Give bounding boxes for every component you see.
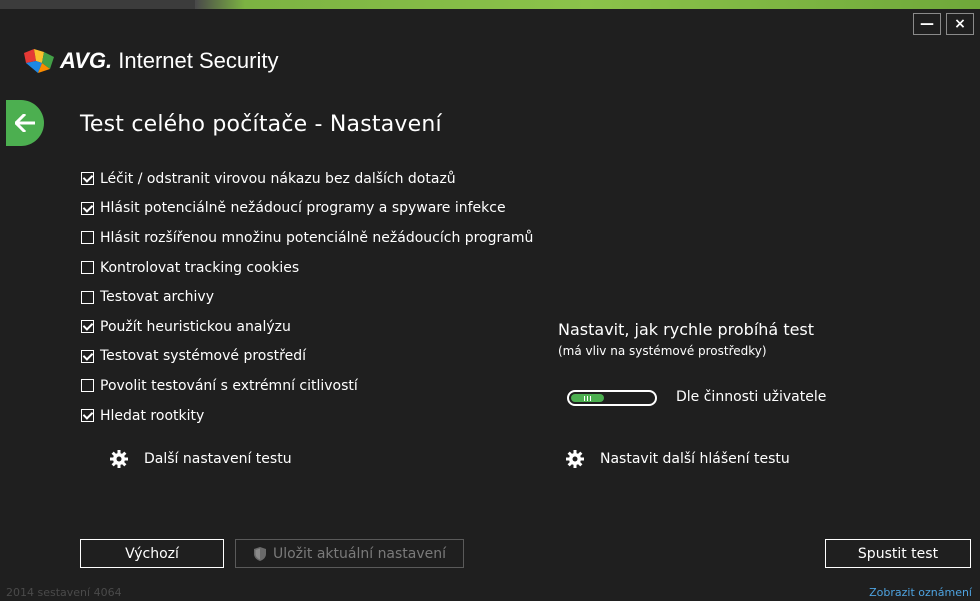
- speed-subtitle: (má vliv na systémové prostředky): [558, 344, 767, 358]
- default-button[interactable]: Výchozí: [80, 539, 224, 568]
- minimize-button[interactable]: —: [913, 13, 941, 35]
- app-logo: AVG. Internet Security: [24, 48, 278, 74]
- slider-fill: [571, 394, 604, 402]
- checkbox[interactable]: [81, 349, 94, 363]
- checkbox[interactable]: [81, 290, 94, 304]
- speed-title: Nastavit, jak rychle probíhá test: [558, 320, 815, 339]
- shield-icon: [253, 546, 266, 561]
- option-heuristics[interactable]: Použít heuristickou analýzu: [81, 312, 533, 342]
- checkbox[interactable]: [81, 201, 94, 215]
- option-rootkits[interactable]: Hledat rootkity: [81, 401, 533, 431]
- checkbox[interactable]: [81, 172, 94, 186]
- save-settings-button[interactable]: Uložit aktuální nastavení: [235, 539, 464, 568]
- page-title: Test celého počítače - Nastavení: [80, 112, 442, 137]
- scan-speed-value: Dle činnosti uživatele: [676, 389, 827, 405]
- close-button[interactable]: ×: [946, 13, 974, 35]
- checkbox[interactable]: [81, 409, 94, 423]
- more-settings-link[interactable]: Další nastavení testu: [110, 450, 292, 468]
- scan-speed-slider[interactable]: [567, 390, 657, 406]
- scan-options-list: Léčit / odstranit virovou nákazu bez dal…: [81, 164, 533, 430]
- option-heal[interactable]: Léčit / odstranit virovou nákazu bez dal…: [81, 164, 533, 194]
- more-reports-link[interactable]: Nastavit další hlášení testu: [566, 450, 790, 468]
- build-info: 2014 sestavení 4064: [6, 586, 122, 599]
- checkbox[interactable]: [81, 231, 94, 245]
- back-button[interactable]: [6, 100, 44, 146]
- checkbox[interactable]: [81, 379, 94, 393]
- option-archives[interactable]: Testovat archivy: [81, 282, 533, 312]
- option-report-pup[interactable]: Hlásit potenciálně nežádoucí programy a …: [81, 194, 533, 224]
- option-tracking-cookies[interactable]: Kontrolovat tracking cookies: [81, 253, 533, 283]
- title-bar-dark-segment: [0, 0, 195, 9]
- gear-icon: [566, 450, 584, 468]
- option-system-environment[interactable]: Testovat systémové prostředí: [81, 342, 533, 372]
- checkbox[interactable]: [81, 320, 94, 334]
- option-extreme-sensitivity[interactable]: Povolit testování s extrémní citlivostí: [81, 371, 533, 401]
- back-arrow-icon: [15, 114, 35, 132]
- avg-logo-icon: [24, 49, 54, 73]
- show-notifications-link[interactable]: Zobrazit oznámení: [869, 586, 972, 599]
- option-report-extended-pup[interactable]: Hlásit rozšířenou množinu potenciálně ne…: [81, 223, 533, 253]
- run-scan-button[interactable]: Spustit test: [825, 539, 971, 568]
- app-title: AVG. Internet Security: [60, 48, 279, 73]
- gear-icon: [110, 450, 128, 468]
- checkbox[interactable]: [81, 261, 94, 275]
